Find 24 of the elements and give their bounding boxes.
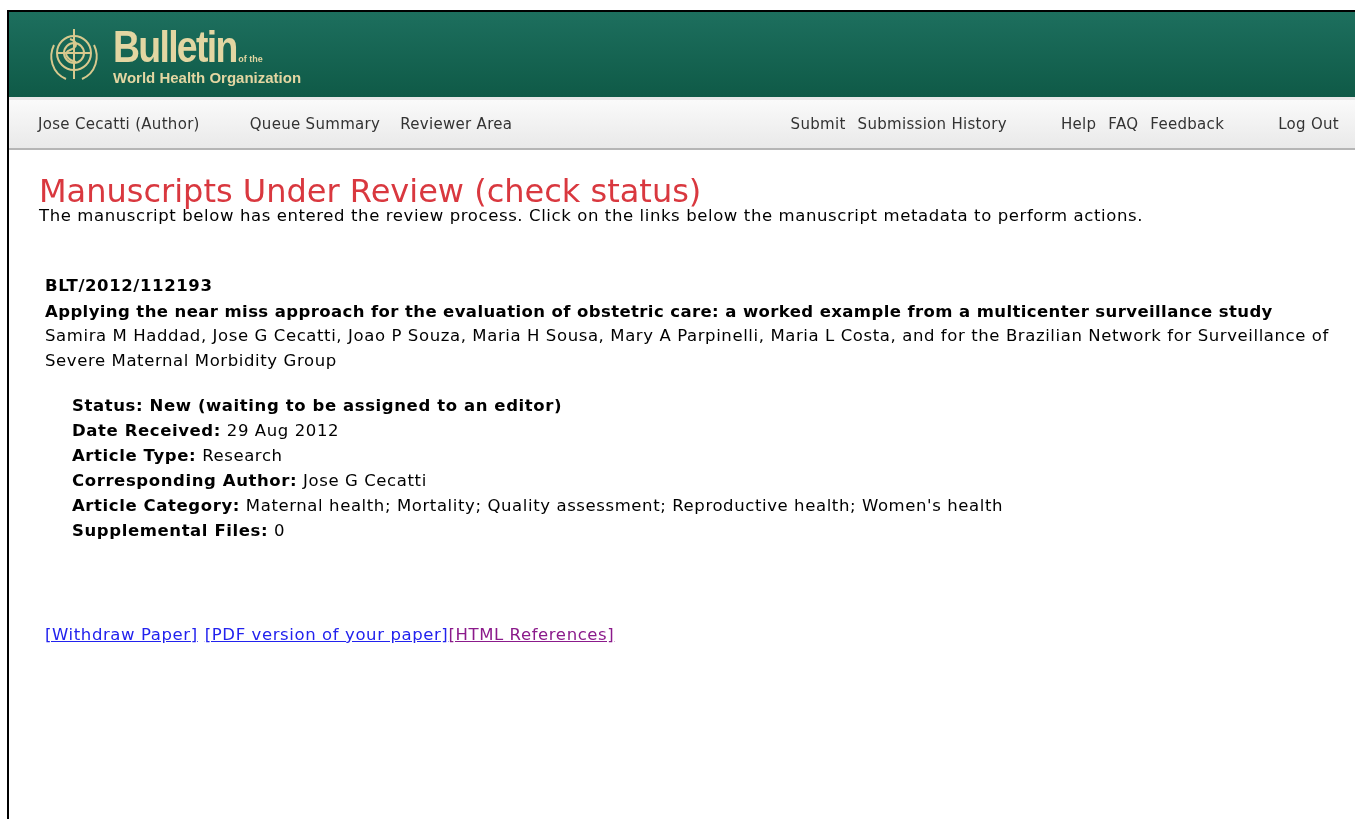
metadata-field: Corresponding Author: Jose G Cecatti xyxy=(72,468,1355,493)
nav-link[interactable]: Reviewer Area xyxy=(400,115,513,133)
logo-subtitle: World Health Organization xyxy=(113,69,302,85)
nav-link[interactable]: FAQ xyxy=(1108,115,1139,133)
logo-title: Bulletin xyxy=(113,24,237,69)
nav-link[interactable]: Queue Summary xyxy=(249,115,381,133)
nav-link[interactable]: Help xyxy=(1060,115,1097,133)
action-link[interactable]: [HTML References] xyxy=(448,625,615,644)
status-text: Status: New (waiting to be assigned to an editor) xyxy=(72,395,564,417)
author-list: Samira M Haddad, Jose G Cecatti, Joao P Souza, Maria H Sousa, Mary A Parpinelli, Maria L Costa, and for the Brazilian Network for Surveillance of Severe Maternal Morbidity Group xyxy=(45,323,1349,373)
nav-link[interactable]: Submit xyxy=(790,115,846,133)
action-link[interactable]: [PDF version of your paper] xyxy=(204,625,449,644)
manuscript-title: Applying the near miss approach for the evaluation of obstetric care: a worked example from a multicenter surveillance study xyxy=(45,301,1274,323)
metadata-field: Supplemental Files: 0 xyxy=(72,518,1355,543)
action-link[interactable]: [Withdraw Paper] xyxy=(45,625,198,644)
nav-link[interactable]: Jose Cecatti (Author) xyxy=(38,115,200,133)
metadata-field: Article Category: Maternal health; Mortality; Quality assessment; Reproductive health; Women's health xyxy=(72,493,1355,518)
metadata-field: Date Received: 29 Aug 2012 xyxy=(72,418,1355,443)
nav-link[interactable]: Log Out xyxy=(1278,115,1339,133)
nav-link[interactable]: Feedback xyxy=(1150,115,1225,133)
manuscript-id: BLT/2012/112193 xyxy=(45,276,214,295)
logo-subtitle: of the xyxy=(238,54,263,64)
metadata-field: Article Type: Research xyxy=(72,443,1355,468)
nav-link[interactable]: Submission History xyxy=(857,115,1007,133)
